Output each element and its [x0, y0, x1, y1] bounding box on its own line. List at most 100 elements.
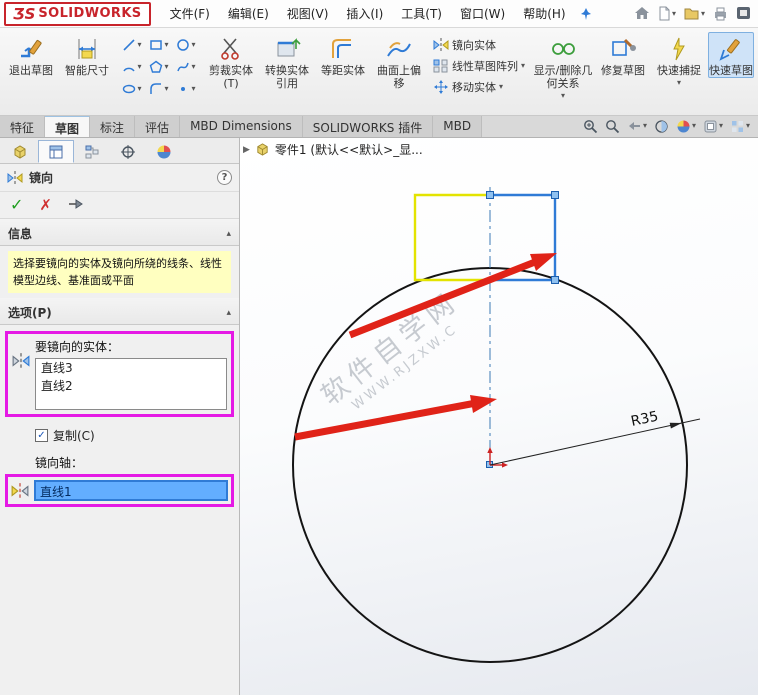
convert-entities-icon [277, 38, 301, 57]
spline-tool[interactable]: ▾ [173, 56, 199, 77]
offset-entities-icon [332, 39, 351, 58]
mirror-axis-label: 镜向轴： [35, 456, 84, 471]
panel-tab-strip [0, 138, 239, 164]
section-view-icon[interactable] [654, 119, 669, 134]
tab-solidworks-addins[interactable]: SOLIDWORKS 插件 [302, 116, 434, 137]
mirror-axis-icon [11, 482, 29, 499]
breadcrumb: ▶ 零件1 (默认<<默认>_显... [243, 141, 423, 158]
command-manager-ribbon: 退出草图 智能尺寸 ▾ ▾ ▾ ▾ ▾ ▾ ▾ ▾ ▾ 剪裁实体(T) 转换实体… [0, 28, 758, 116]
quick-access-toolbar: ▾ ▾ [634, 6, 754, 21]
appearance-icon[interactable]: ▾ [676, 119, 696, 134]
menu-edit[interactable]: 编辑(E) [219, 1, 278, 26]
ellipse-tool[interactable]: ▾ [119, 78, 145, 99]
arc-tool[interactable]: ▾ [119, 56, 145, 77]
previous-view-icon[interactable]: ▾ [627, 119, 647, 134]
info-section-header[interactable]: 信息 ▴ [0, 219, 239, 246]
fillet-tool[interactable]: ▾ [146, 78, 172, 99]
mirrored-preview-lines [413, 193, 490, 282]
menu-help[interactable]: 帮助(H) [514, 1, 574, 26]
mirror-axis-field[interactable]: 直线1 [34, 480, 228, 502]
menu-window[interactable]: 窗口(W) [451, 1, 514, 26]
menu-tools[interactable]: 工具(T) [392, 1, 451, 26]
point-tool[interactable]: ▾ [173, 78, 199, 99]
linear-pattern-button[interactable]: 线性草图阵列 ▾ [431, 57, 527, 75]
options-section-header[interactable]: 选项(P) ▴ [0, 298, 239, 326]
offset-entities-button[interactable]: 等距实体 [316, 32, 370, 78]
display-delete-relations-button[interactable]: 显示/删除几何关系 ▾ [532, 32, 594, 101]
crosshair-icon [121, 144, 135, 159]
selection-handles[interactable] [486, 191, 559, 468]
tab-sketch[interactable]: 草图 [45, 116, 91, 137]
line-tool[interactable]: ▾ [119, 34, 145, 55]
collapse-icon: ▴ [226, 228, 231, 239]
tab-mbd-dimensions[interactable]: MBD Dimensions [180, 116, 303, 137]
flyout-tree-toggle-icon[interactable]: ▶ [243, 145, 250, 155]
ribbon-group-sketch: 退出草图 智能尺寸 [1, 30, 117, 113]
solidworks-logo: ƷS SOLIDWORKS [4, 1, 151, 26]
smart-dimension-button[interactable]: 智能尺寸 [60, 32, 114, 78]
repair-sketch-icon [612, 38, 637, 56]
configuration-manager-tab[interactable] [74, 140, 110, 163]
ribbon-group-modify: 剪裁实体(T) 转换实体引用 等距实体 曲面上偏移 [201, 30, 429, 113]
sketch-scene: R35 [292, 187, 701, 663]
property-manager-tab[interactable] [38, 140, 74, 163]
hide-show-items-icon[interactable]: ▾ [730, 119, 750, 134]
mirror-entities-button[interactable]: 镜向实体 [431, 36, 527, 54]
ok-button[interactable]: ✓ [10, 197, 23, 213]
scene-icon[interactable]: ▾ [703, 119, 723, 134]
polygon-tool[interactable]: ▾ [146, 56, 172, 77]
convert-entities-button[interactable]: 转换实体引用 [260, 32, 314, 91]
display-manager-tab[interactable] [146, 140, 182, 163]
copy-checkbox-label: 复制(C) [53, 429, 95, 444]
copy-checkbox[interactable]: ✓ [35, 429, 48, 443]
keep-visible-pin-icon[interactable] [68, 198, 84, 213]
breadcrumb-text[interactable]: 零件1 (默认<<默认>_显... [275, 141, 423, 158]
new-document-icon[interactable]: ▾ [658, 6, 676, 21]
mirror-axis-group: 直线1 [5, 474, 234, 508]
cancel-button[interactable]: ✗ [39, 197, 52, 213]
exit-sketch-button[interactable]: 退出草图 [4, 32, 58, 78]
property-list-icon [49, 145, 63, 158]
property-manager-panel: 镜向 ? ✓ ✗ 信息 ▴ 选择要镜向的实体及镜向所绕的线条、线性模型边线、基准… [0, 138, 240, 695]
feature-manager-tab[interactable] [2, 140, 38, 163]
dimension-text[interactable]: R35 [630, 409, 660, 430]
ribbon-group-relations: 显示/删除几何关系 ▾ 修复草图 快速捕捉 ▾ 快速草图 [529, 30, 757, 113]
tab-evaluate[interactable]: 评估 [135, 116, 181, 137]
offset-on-surface-button[interactable]: 曲面上偏移 [372, 32, 426, 91]
menu-pin-icon[interactable] [579, 7, 593, 21]
list-item[interactable]: 直线2 [36, 377, 226, 395]
main-area: 镜向 ? ✓ ✗ 信息 ▴ 选择要镜向的实体及镜向所绕的线条、线性模型边线、基准… [0, 138, 758, 695]
info-message: 选择要镜向的实体及镜向所绕的线条、线性模型边线、基准面或平面 [8, 251, 231, 294]
help-icon[interactable]: ? [217, 170, 232, 185]
menu-view[interactable]: 视图(V) [278, 1, 338, 26]
print-icon[interactable] [713, 7, 728, 21]
entities-to-mirror-listbox[interactable]: 直线3 直线2 [35, 358, 227, 411]
tab-mbd[interactable]: MBD [433, 116, 483, 137]
trim-entities-button[interactable]: 剪裁实体(T) [204, 32, 258, 91]
list-item[interactable]: 直线3 [36, 359, 226, 377]
command-manager-tabs: 特征 草图 标注 评估 MBD Dimensions SOLIDWORKS 插件… [0, 116, 758, 138]
dimxpert-manager-tab[interactable] [110, 140, 146, 163]
open-document-icon[interactable]: ▾ [684, 7, 705, 20]
quick-snaps-button[interactable]: 快速捕捉 ▾ [652, 32, 706, 88]
circle-tool[interactable]: ▾ [173, 34, 199, 55]
configurations-icon [85, 145, 99, 158]
tab-features[interactable]: 特征 [0, 116, 46, 137]
mirror-feature-icon [7, 170, 23, 185]
menu-insert[interactable]: 插入(I) [337, 1, 392, 26]
zoom-fit-icon[interactable] [583, 119, 598, 134]
repair-sketch-button[interactable]: 修复草图 [596, 32, 650, 78]
move-entities-button[interactable]: 移动实体 ▾ [431, 78, 527, 96]
solidworks-wordmark: SOLIDWORKS [38, 6, 142, 21]
tab-annotate[interactable]: 标注 [90, 116, 136, 137]
home-icon[interactable] [634, 6, 650, 21]
annotation-arrow-upper [348, 253, 557, 339]
rectangle-tool[interactable]: ▾ [146, 34, 172, 55]
menu-file[interactable]: 文件(F) [161, 1, 219, 26]
rapid-sketch-button[interactable]: 快速草图 [708, 32, 755, 79]
graphics-area[interactable]: ▶ 零件1 (默认<<默认>_显... 软件自学网 WWW.RJZXW.C R3… [240, 138, 758, 695]
radius-dimension[interactable]: R35 [489, 409, 701, 466]
part-icon [257, 143, 268, 156]
zoom-area-icon[interactable] [605, 119, 620, 134]
window-edge-icon[interactable] [736, 6, 752, 21]
